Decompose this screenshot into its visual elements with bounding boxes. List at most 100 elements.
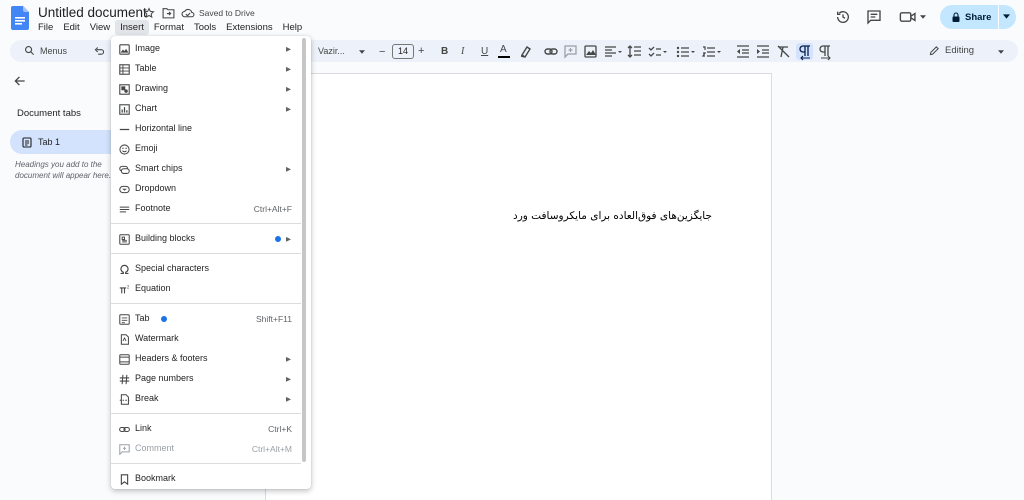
menu-item-label: Equation [135,283,171,293]
align-icon[interactable] [605,46,622,57]
headings-hint-text: Headings you add to the document will ap… [15,160,112,180]
back-arrow-icon[interactable] [13,74,27,88]
menu-item-chart[interactable]: Chart ▶ [111,99,303,119]
menu-edit[interactable]: Edit [58,20,84,35]
menu-item-emoji[interactable]: Emoji [111,139,303,159]
smart-chips-icon [119,164,130,175]
clear-formatting-icon[interactable] [777,45,790,58]
decrease-indent-icon[interactable] [737,45,749,58]
menu-item-break[interactable]: Break ▶ [111,389,303,409]
submenu-arrow-icon: ▶ [286,66,291,73]
checklist-icon[interactable] [648,46,667,57]
pencil-icon [929,45,940,56]
image-icon [119,44,130,55]
submenu-arrow-icon: ▶ [286,106,291,113]
headers-footers-icon [119,354,130,365]
star-icon[interactable] [143,7,155,19]
font-size-input[interactable]: 14 [392,44,414,59]
version-history-icon[interactable] [835,9,851,25]
menu-divider [111,223,301,224]
menu-item-shortcut: Ctrl+Alt+M [251,444,292,454]
menu-item-page-numbers[interactable]: Page numbers ▶ [111,369,303,389]
text-color-button[interactable]: A [500,44,507,55]
submenu-arrow-icon: ▶ [286,396,291,403]
menu-item-equation[interactable]: 2 Equation [111,279,303,299]
menu-help[interactable]: Help [278,20,308,35]
comments-icon[interactable] [866,9,882,25]
horizontal-line-icon [119,124,130,135]
menu-divider [111,413,301,414]
decrease-font-size-button[interactable]: − [379,46,385,58]
menu-item-building-blocks[interactable]: Building blocks ▶ [111,229,303,249]
menu-item-table[interactable]: Table ▶ [111,59,303,79]
undo-icon[interactable] [94,47,105,56]
menu-item-label: Comment [135,443,175,453]
share-button[interactable]: Share [940,5,1016,29]
document-tabs-title: Document tabs [17,108,81,119]
menu-item-watermark[interactable]: Watermark [111,329,303,349]
menu-tools[interactable]: Tools [189,20,221,35]
menu-item-label: Break [135,393,159,403]
menu-item-footnote[interactable]: Footnote Ctrl+Alt+F [111,199,303,219]
increase-font-size-button[interactable]: + [418,45,424,57]
rtl-text-icon[interactable] [796,43,813,61]
menu-item-horizontal-line[interactable]: Horizontal line [111,119,303,139]
menu-item-label: Tab [135,313,150,323]
menu-extensions[interactable]: Extensions [221,20,277,35]
font-caret-icon[interactable] [359,50,365,54]
document-page[interactable]: جایگزین‌های فوق‌العاده برای مایکروسافت و… [265,73,772,500]
italic-button[interactable]: I [461,46,464,57]
bold-button[interactable]: B [441,46,448,57]
dropdown-icon [119,184,130,195]
menu-item-image[interactable]: Image ▶ [111,39,303,59]
insert-menu: Image ▶ Table ▶ Drawing ▶ Chart ▶ Horizo… [111,36,311,489]
menu-file[interactable]: File [33,20,58,35]
menu-item-label: Smart chips [135,163,183,173]
menu-item-bookmark[interactable]: Bookmark [111,469,303,489]
document-text[interactable]: جایگزین‌های فوق‌العاده برای مایکروسافت و… [266,210,712,222]
menu-scrollbar[interactable] [302,38,306,462]
share-dropdown-icon[interactable] [1003,14,1010,19]
cloud-saved-icon[interactable] [181,7,195,19]
menu-item-dropdown[interactable]: Dropdown [111,179,303,199]
menu-item-smart-chips[interactable]: Smart chips ▶ [111,159,303,179]
editing-mode-button[interactable]: Editing [929,45,974,56]
menu-item-link[interactable]: Link Ctrl+K [111,419,303,439]
line-spacing-icon[interactable] [627,45,641,58]
share-label: Share [965,11,992,23]
docs-logo-icon[interactable] [11,6,29,30]
increase-indent-icon[interactable] [757,45,769,58]
underline-button[interactable]: U [481,46,488,57]
submenu-arrow-icon: ▶ [286,236,291,243]
menu-item-special-characters[interactable]: Special characters [111,259,303,279]
omega-icon [119,264,130,275]
menu-item-headers-footers[interactable]: Headers & footers ▶ [111,349,303,369]
meet-video-icon[interactable] [899,9,917,25]
menu-format[interactable]: Format [149,20,189,35]
highlight-icon[interactable] [520,46,531,58]
menu-view[interactable]: View [85,20,115,35]
menu-item-label: Emoji [135,143,158,153]
menu-insert[interactable]: Insert [115,20,149,35]
menus-search-button[interactable]: Menus [24,45,67,56]
menu-item-label: Drawing [135,83,169,93]
page-numbers-icon [119,374,130,385]
menu-item-tab[interactable]: Tab Shift+F11 [111,309,303,329]
bulleted-list-icon[interactable] [676,46,695,58]
font-family-select[interactable]: Vazir... [318,46,345,56]
meet-caret-icon[interactable] [920,15,926,19]
bookmark-icon [119,474,130,485]
insert-image-icon[interactable] [584,45,597,58]
document-title[interactable]: Untitled document [38,5,147,20]
tab-1-label: Tab 1 [38,137,61,147]
insert-link-icon[interactable] [544,48,558,55]
add-comment-icon[interactable] [564,45,577,59]
move-folder-icon[interactable] [162,7,175,19]
ltr-text-icon[interactable] [819,45,831,61]
menu-item-drawing[interactable]: Drawing ▶ [111,79,303,99]
title-bar: Untitled document Saved to Drive File Ed… [0,0,1024,40]
numbered-list-icon[interactable] [701,46,721,57]
search-icon [24,45,35,56]
emoji-icon [119,144,130,155]
editing-caret-icon[interactable] [998,50,1004,54]
